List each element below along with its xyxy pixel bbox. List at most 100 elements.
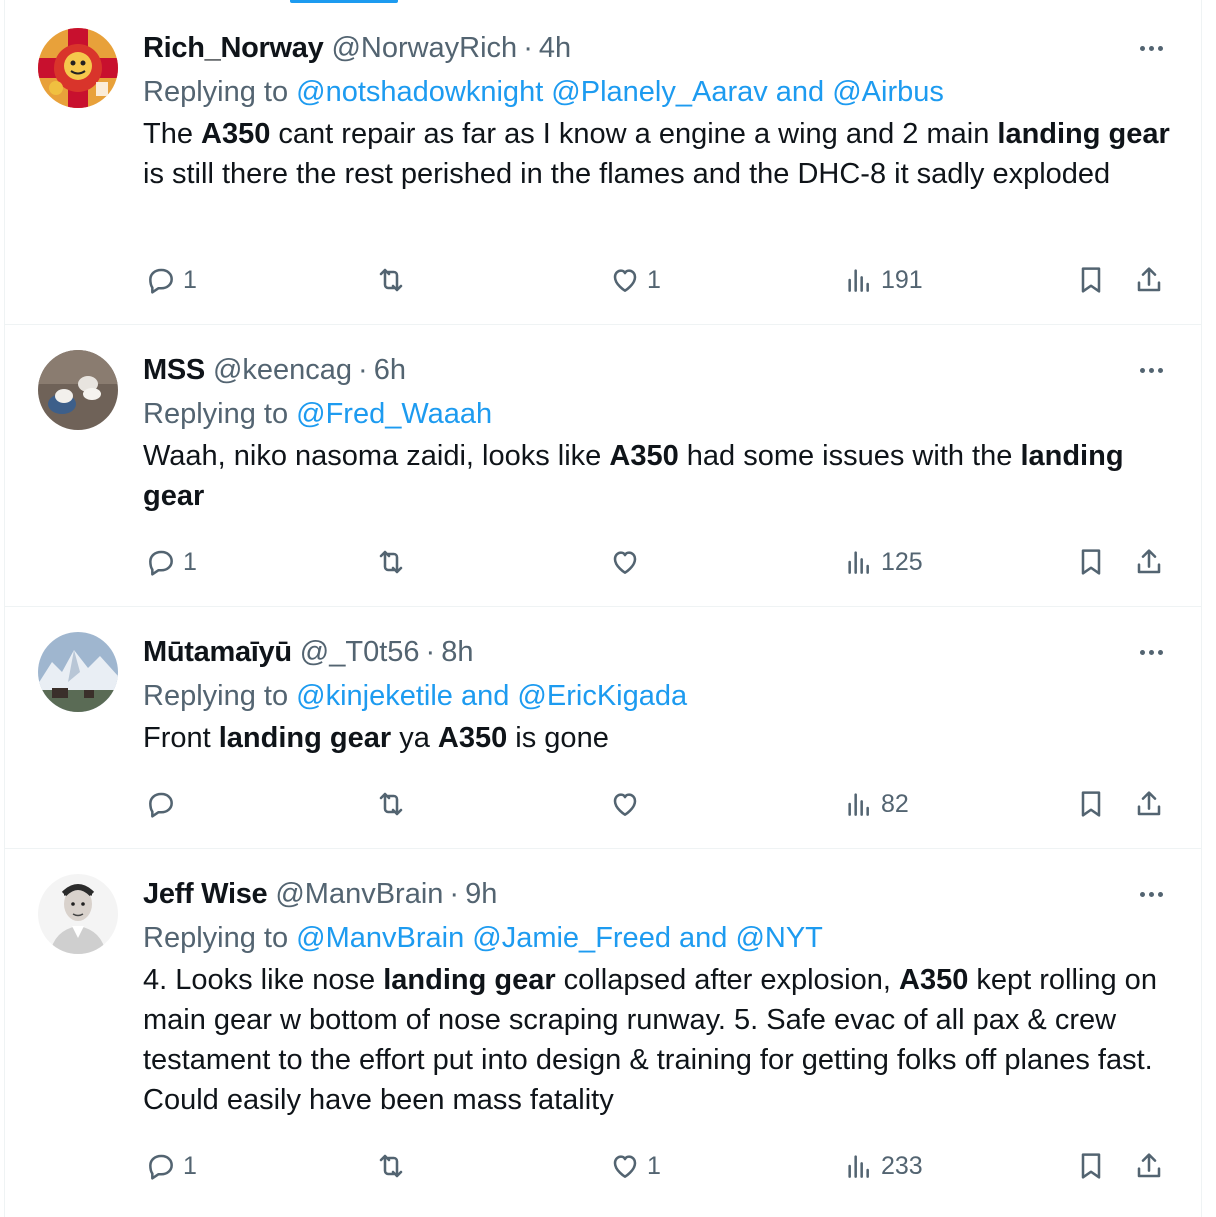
tweet-actions: 1 1 233: [143, 1146, 1171, 1186]
replying-to-mentions[interactable]: @Fred_Waaah: [296, 398, 492, 430]
reply-icon: [149, 268, 173, 294]
replying-to-mentions[interactable]: @kinjeketile and @EricKigada: [296, 680, 687, 712]
timestamp[interactable]: 6h: [374, 354, 406, 387]
views-button[interactable]: 82: [843, 788, 909, 820]
tweet[interactable]: MSS @keencag · 6h Replying to @Fred_Waaa…: [5, 325, 1201, 607]
timestamp[interactable]: 9h: [465, 878, 497, 911]
tweet-header: Jeff Wise @ManvBrain · 9h: [143, 872, 1171, 916]
reply-count: 1: [183, 547, 197, 576]
more-icon[interactable]: [1131, 640, 1171, 664]
share-icon: [1137, 549, 1161, 574]
avatar[interactable]: [38, 632, 118, 712]
bookmark-button[interactable]: [1075, 788, 1107, 820]
replying-to: Replying to @Fred_Waaah: [143, 392, 1171, 436]
views-count: 191: [881, 265, 923, 294]
views-button[interactable]: 233: [843, 1150, 923, 1182]
replying-to-mentions[interactable]: @ManvBrain @Jamie_Freed and @NYT: [296, 922, 823, 954]
replying-to-label: Replying to: [143, 680, 289, 712]
views-icon: [848, 269, 869, 292]
separator: ·: [449, 877, 460, 910]
replying-to: Replying to @kinjeketile and @EricKigada: [143, 674, 1171, 718]
views-icon: [848, 1155, 869, 1178]
like-button[interactable]: [609, 788, 647, 820]
like-count: 1: [647, 1151, 661, 1180]
bookmark-icon: [1081, 791, 1101, 817]
retweet-button[interactable]: [375, 788, 413, 820]
share-button[interactable]: [1133, 788, 1165, 820]
tweet-header: MSS @keencag · 6h: [143, 348, 1171, 392]
like-button[interactable]: 1: [609, 1150, 661, 1182]
bookmark-icon: [1081, 267, 1101, 293]
bookmark-button[interactable]: [1075, 264, 1107, 296]
like-button[interactable]: [609, 546, 647, 578]
timestamp[interactable]: 4h: [539, 32, 571, 65]
tweet[interactable]: Jeff Wise @ManvBrain · 9h Replying to @M…: [5, 849, 1201, 1217]
tweet-actions: 1 125: [143, 542, 1171, 582]
reply-button[interactable]: [145, 788, 183, 820]
separator: ·: [523, 31, 533, 64]
views-icon: [848, 551, 869, 574]
retweet-button[interactable]: [375, 546, 413, 578]
like-button[interactable]: 1: [609, 264, 661, 296]
display-name[interactable]: MSS: [143, 354, 205, 387]
tweet-header: Rich_Norway @NorwayRich · 4h: [143, 26, 1171, 70]
tweet-text: Front landing gear ya A350 is gone: [143, 722, 609, 754]
more-icon[interactable]: [1131, 882, 1171, 906]
replying-to-label: Replying to: [143, 76, 289, 108]
like-count: 1: [647, 265, 661, 294]
reply-icon: [149, 1154, 173, 1180]
avatar[interactable]: [38, 350, 118, 430]
retweet-icon: [379, 550, 403, 574]
views-button[interactable]: 125: [843, 546, 923, 578]
timestamp[interactable]: 8h: [441, 636, 473, 669]
reply-count: 1: [183, 265, 197, 294]
more-icon[interactable]: [1131, 36, 1171, 60]
retweet-button[interactable]: [375, 264, 413, 296]
tweet-text: 4. Looks like nose landing gear collapse…: [143, 964, 1157, 1116]
views-button[interactable]: 191: [843, 264, 923, 296]
user-handle[interactable]: @_T0t56: [300, 636, 420, 669]
retweet-icon: [379, 1154, 403, 1178]
avatar[interactable]: [38, 874, 118, 954]
reply-icon: [149, 550, 173, 576]
retweet-button[interactable]: [375, 1150, 413, 1182]
tweet[interactable]: Mūtamaīyū @_T0t56 · 8h Replying to @kinj…: [5, 607, 1201, 849]
separator: ·: [425, 635, 436, 668]
share-icon: [1137, 1153, 1161, 1178]
display-name[interactable]: Jeff Wise: [143, 878, 268, 911]
views-count: 125: [881, 547, 923, 576]
heart-icon: [613, 269, 637, 292]
reply-count: 1: [183, 1151, 197, 1180]
avatar[interactable]: [38, 28, 118, 108]
share-icon: [1137, 267, 1161, 292]
heart-icon: [613, 1155, 637, 1178]
tweet-actions: 82: [143, 784, 1171, 824]
retweet-icon: [379, 268, 403, 292]
bookmark-icon: [1081, 1153, 1101, 1179]
reply-button[interactable]: 1: [145, 264, 197, 296]
replying-to: Replying to @notshadowknight @Planely_Aa…: [143, 70, 1171, 114]
more-icon[interactable]: [1131, 358, 1171, 382]
heart-icon: [613, 793, 637, 816]
reply-button[interactable]: 1: [145, 1150, 197, 1182]
user-handle[interactable]: @NorwayRich: [331, 32, 517, 65]
separator: ·: [358, 353, 368, 386]
views-count: 233: [881, 1151, 923, 1180]
bookmark-button[interactable]: [1075, 546, 1107, 578]
replying-to-mentions[interactable]: @notshadowknight @Planely_Aarav and @Air…: [296, 76, 944, 108]
share-button[interactable]: [1133, 546, 1165, 578]
bookmark-button[interactable]: [1075, 1150, 1107, 1182]
heart-icon: [613, 551, 637, 574]
user-handle[interactable]: @ManvBrain: [275, 878, 443, 911]
tweet-actions: 1 1 191: [143, 260, 1171, 300]
reply-icon: [149, 792, 173, 818]
share-icon: [1137, 791, 1161, 816]
tweet[interactable]: Rich_Norway @NorwayRich · 4h Replying to…: [5, 0, 1201, 325]
user-handle[interactable]: @keencag: [213, 354, 352, 387]
display-name[interactable]: Rich_Norway: [143, 32, 324, 65]
share-button[interactable]: [1133, 264, 1165, 296]
display-name[interactable]: Mūtamaīyū: [143, 636, 292, 669]
share-button[interactable]: [1133, 1150, 1165, 1182]
views-count: 82: [881, 789, 909, 818]
reply-button[interactable]: 1: [145, 546, 197, 578]
